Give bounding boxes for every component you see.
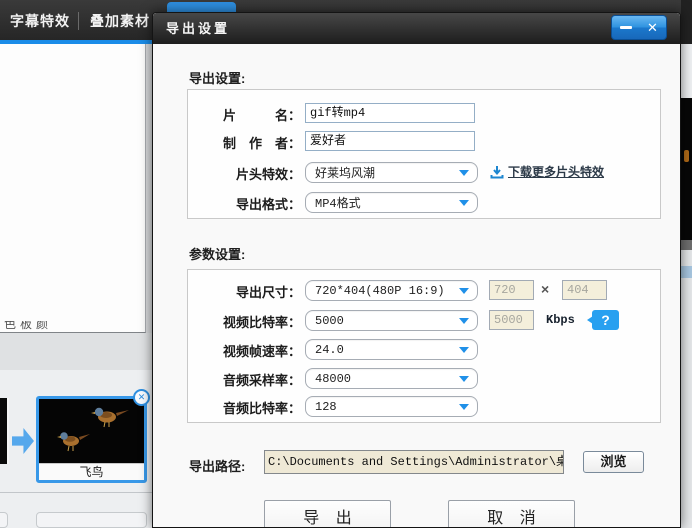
dropdown-arrow-icon (459, 403, 469, 410)
clip-remove-icon[interactable]: ✕ (133, 389, 150, 406)
dropdown-arrow-icon (459, 199, 469, 206)
left-content-panel (0, 44, 146, 333)
intro-effect-label: 片头特效： (235, 167, 301, 182)
dropdown-arrow-icon (459, 375, 469, 382)
export-settings-dialog: 导出设置 ✕ 导出设置: 片 名： gif转mp4 制 作 者： 爱好者 片头特… (152, 12, 681, 528)
tab-overlay-material[interactable]: 叠加素材 (90, 11, 150, 31)
right-strip-gray (681, 240, 692, 250)
minimize-button[interactable] (612, 16, 639, 39)
timeline-empty-slot (36, 512, 147, 528)
dropdown-arrow-icon (459, 169, 469, 176)
frame-rate-label: 视频帧速率： (222, 344, 301, 359)
sample-rate-label: 音频采样率： (222, 373, 301, 388)
timeline-empty-slot (0, 512, 8, 528)
author-input[interactable]: 爱好者 (305, 131, 475, 151)
kbps-unit: Kbps (546, 313, 575, 327)
export-button[interactable]: 导 出 (264, 500, 391, 527)
dropdown-arrow-icon (459, 346, 469, 353)
bitrate-field-disabled: 5000 (489, 310, 534, 330)
author-label: 制 作 者： (222, 136, 301, 151)
export-size-dropdown[interactable]: 720*404(480P 16:9) (305, 280, 478, 301)
download-more-link[interactable]: 下载更多片头特效 (508, 163, 604, 180)
export-size-value: 720*404(480P 16:9) (315, 283, 445, 298)
export-format-value: MP4格式 (315, 197, 361, 211)
audio-bitrate-label: 音频比特率： (222, 401, 301, 416)
window-controls: ✕ (611, 15, 667, 40)
right-strip-light3 (681, 278, 692, 528)
tab-subtitle-effects[interactable]: 字幕特效 (10, 11, 70, 31)
sample-rate-dropdown[interactable]: 48000 (305, 368, 478, 389)
timeline-thumb-partial (0, 398, 7, 464)
export-format-label: 导出格式： (235, 197, 301, 212)
tab-separator (78, 12, 79, 30)
frame-rate-value: 24.0 (315, 342, 344, 357)
export-section-heading: 导出设置: (189, 71, 246, 86)
audio-bitrate-dropdown[interactable]: 128 (305, 396, 478, 417)
timeline-clip-selected[interactable]: 飞鸟 (36, 396, 147, 483)
clip-label: 飞鸟 (39, 463, 144, 480)
times-symbol: × (541, 281, 550, 297)
download-icon (490, 165, 504, 178)
dialog-title: 导出设置 (166, 21, 231, 36)
preview-bird-spot (684, 150, 689, 162)
right-strip-light2 (681, 250, 692, 266)
download-more-effects[interactable]: 下载更多片头特效 (490, 163, 604, 180)
right-strip-light (681, 44, 692, 98)
width-field-disabled: 720 (489, 280, 534, 300)
name-label: 片 名： (222, 108, 301, 123)
params-group-box: 导出尺寸： 720*404(480P 16:9) 720 × 404 视频比特率… (187, 269, 661, 423)
height-field-disabled: 404 (562, 280, 607, 300)
intro-effect-dropdown[interactable]: 好莱坞风潮 (305, 162, 478, 183)
minimize-icon (619, 26, 632, 29)
close-icon: ✕ (647, 19, 658, 35)
export-size-label: 导出尺寸： (235, 285, 301, 300)
video-bitrate-dropdown[interactable]: 5000 (305, 310, 478, 331)
timeline-divider (0, 492, 152, 493)
bird-thumbnail-image (39, 399, 144, 463)
name-input[interactable]: gif转mp4 (305, 103, 475, 123)
close-button[interactable]: ✕ (639, 16, 666, 39)
right-strip-blue-bar (681, 266, 692, 278)
video-bitrate-label: 视频比特率： (222, 315, 301, 330)
audio-bitrate-value: 128 (315, 399, 337, 414)
right-strip-dark (681, 0, 692, 44)
dropdown-arrow-icon (459, 287, 469, 294)
video-preview-partial (681, 98, 692, 240)
export-format-dropdown[interactable]: MP4格式 (305, 192, 478, 213)
dialog-title-bar[interactable]: 导出设置 ✕ (153, 13, 680, 44)
browse-button[interactable]: 浏览 (583, 451, 644, 473)
export-path-input[interactable]: C:\Documents and Settings\Administrator\… (264, 450, 564, 474)
dropdown-arrow-icon (459, 317, 469, 324)
screen: 字幕特效 叠加素材 色板颜 飞鸟 ✕ 导出设置 ✕ 导出设置: 片 名： gif… (0, 0, 692, 528)
cancel-button[interactable]: 取 消 (448, 500, 575, 527)
help-button[interactable]: ? (587, 310, 619, 330)
export-path-label: 导出路径: (189, 459, 246, 474)
timeline-thumb-partial-edge (7, 398, 9, 464)
sample-rate-value: 48000 (315, 371, 352, 386)
export-group-box: 片 名： gif转mp4 制 作 者： 爱好者 片头特效： 好莱坞风潮 下载更多… (187, 89, 661, 219)
frame-rate-dropdown[interactable]: 24.0 (305, 339, 478, 360)
birds-illustration (57, 407, 129, 452)
video-bitrate-value: 5000 (315, 313, 344, 328)
clipped-panel-text: 色板颜 (4, 321, 53, 331)
params-section-heading: 参数设置: (189, 247, 246, 262)
mid-gray-strip (0, 333, 152, 370)
intro-effect-value: 好莱坞风潮 (315, 167, 376, 181)
